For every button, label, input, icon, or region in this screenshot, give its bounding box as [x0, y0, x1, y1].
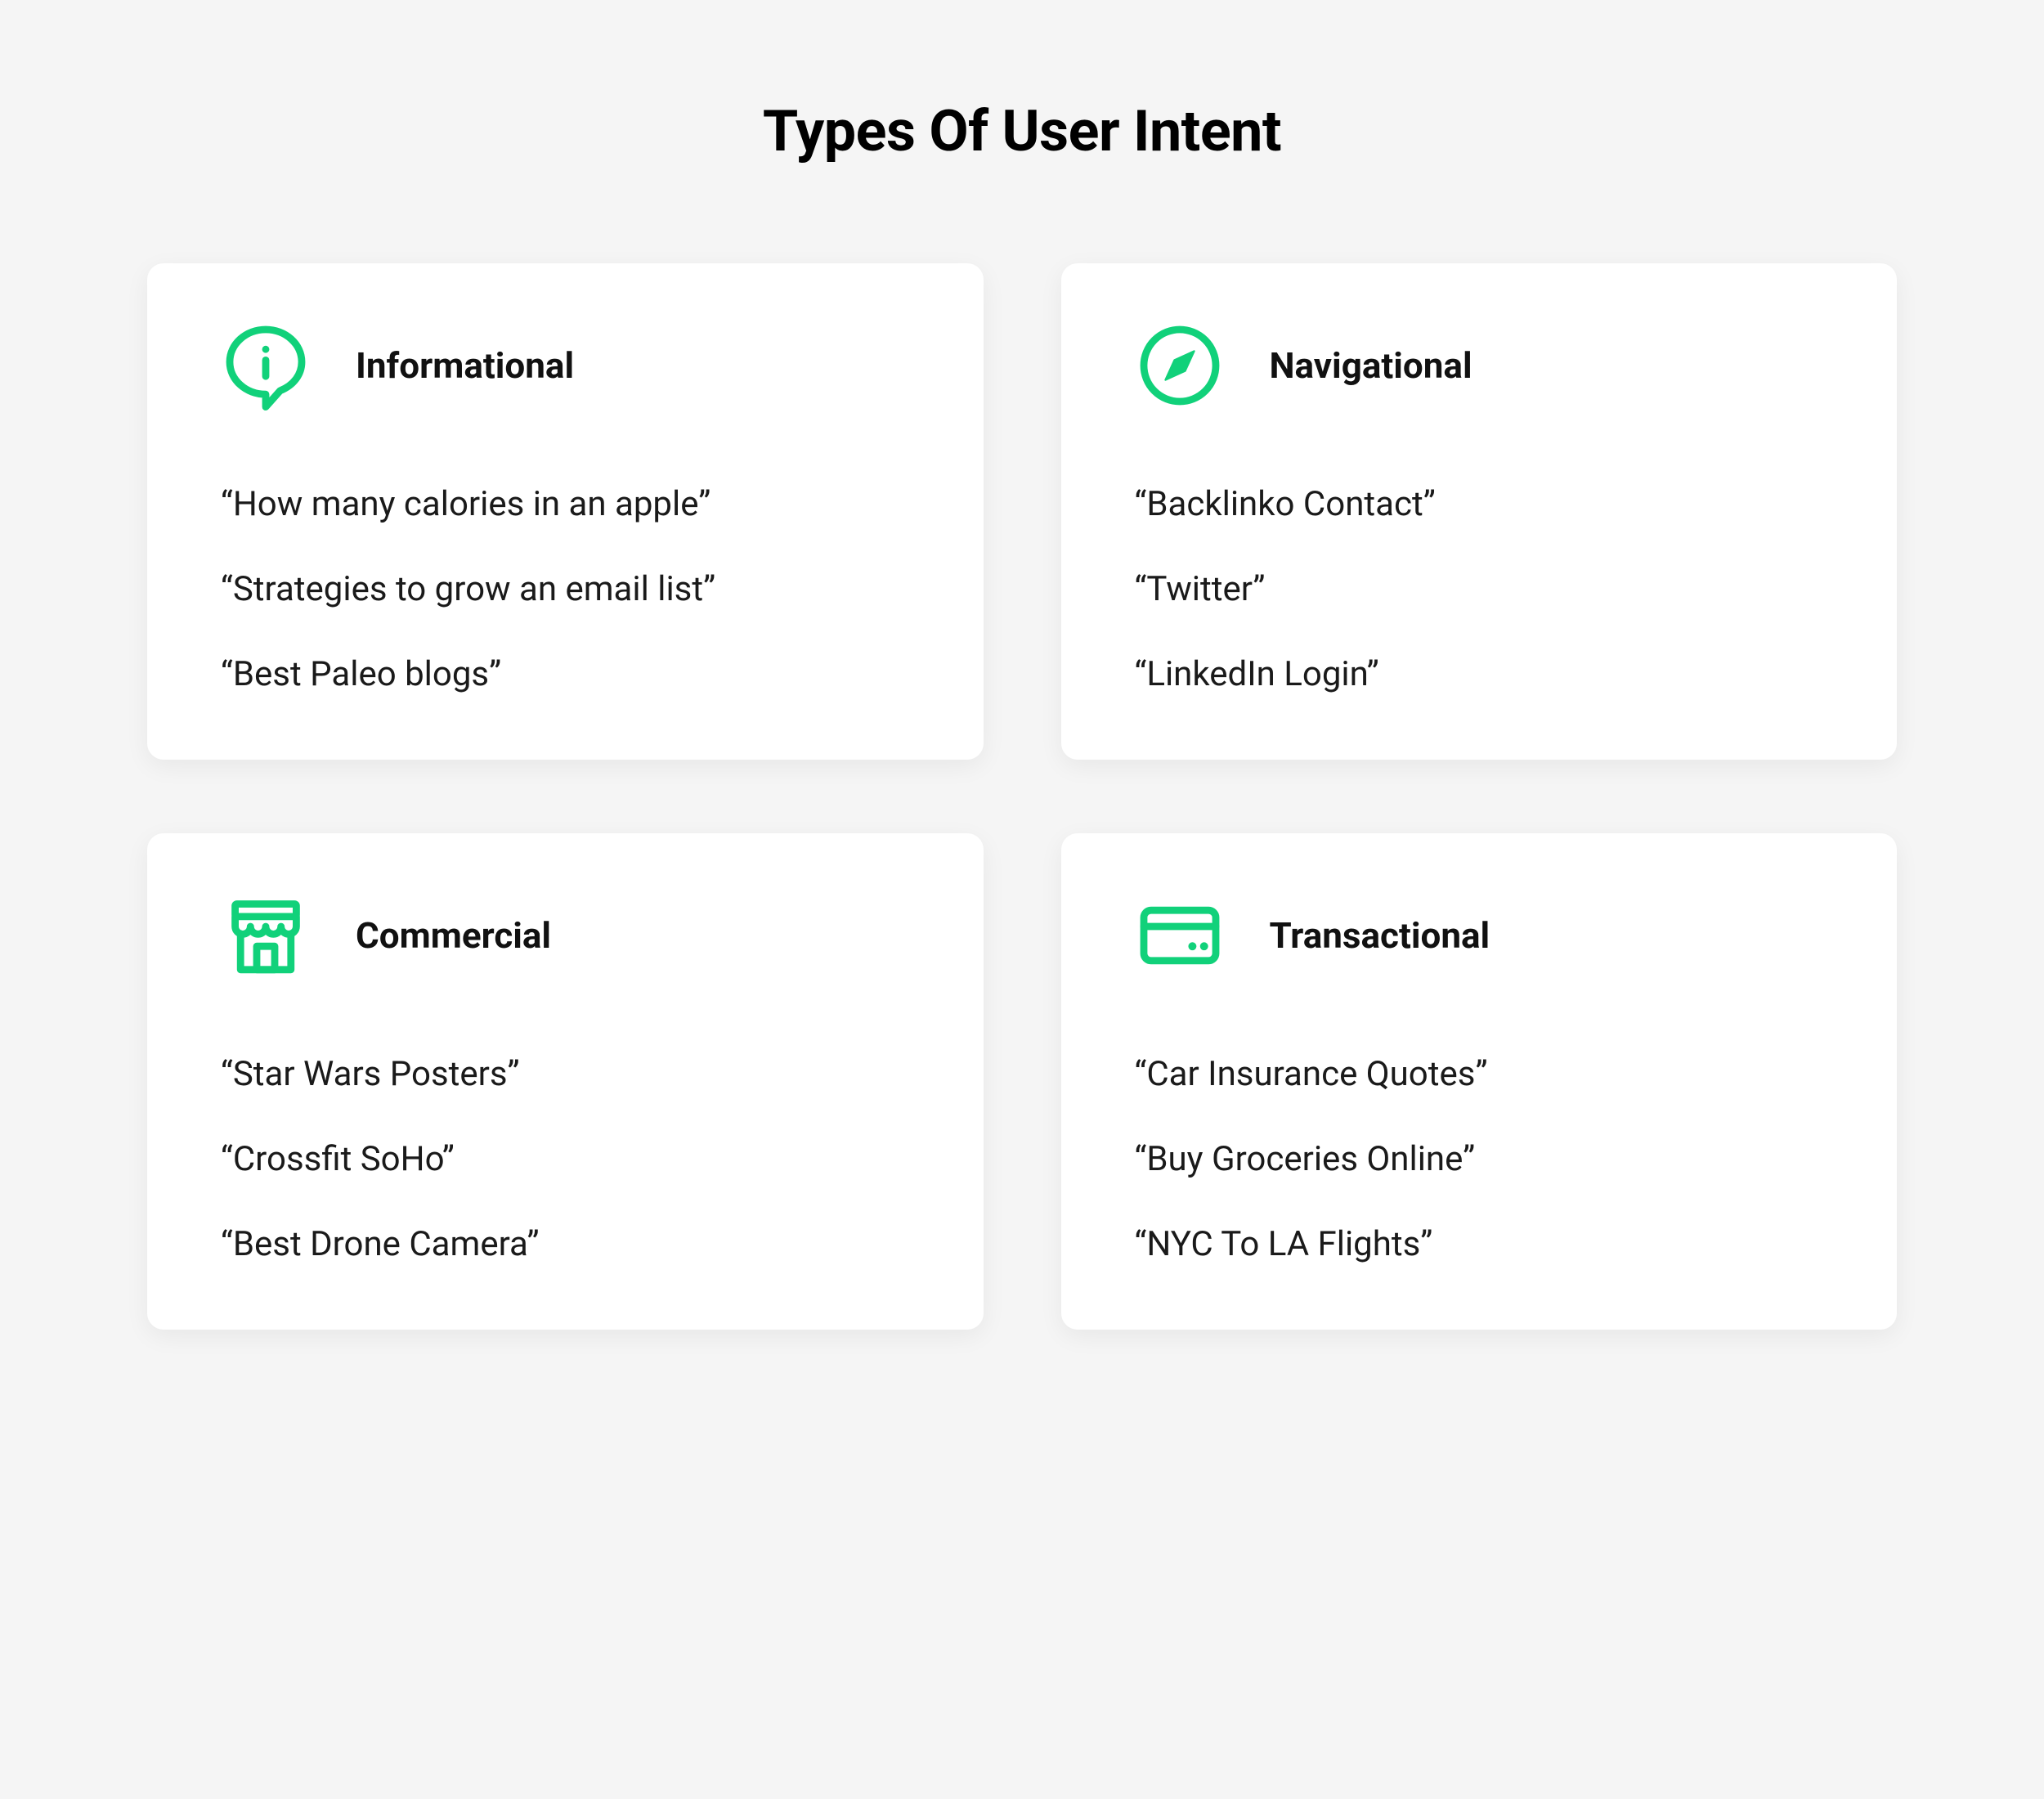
card-navigational: Navigational “Backlinko Contact” “Twitte… — [1061, 263, 1898, 760]
example-list: “How many calories in an apple” “Strateg… — [221, 484, 910, 694]
card-commercial: Commercial “Star Wars Posters” “Crossfit… — [147, 833, 984, 1330]
info-bubble-icon — [221, 321, 311, 410]
list-item: “NYC To LA Flights” — [1135, 1224, 1824, 1264]
card-title: Navigational — [1270, 344, 1472, 387]
list-item: “Best Paleo blogs” — [221, 654, 910, 694]
credit-card-icon — [1135, 891, 1225, 980]
card-header: Transactional — [1135, 891, 1824, 980]
list-item: “Buy Groceries Online” — [1135, 1139, 1824, 1179]
list-item: “Car Insurance Quotes” — [1135, 1054, 1824, 1094]
list-item: “Backlinko Contact” — [1135, 484, 1824, 524]
card-header: Informational — [221, 321, 910, 410]
card-header: Commercial — [221, 891, 910, 980]
cards-grid: Informational “How many calories in an a… — [147, 263, 1897, 1330]
list-item: “Twitter” — [1135, 569, 1824, 609]
list-item: “How many calories in an apple” — [221, 484, 910, 524]
list-item: “LinkedIn Login” — [1135, 654, 1824, 694]
card-title: Transactional — [1270, 914, 1490, 957]
list-item: “Crossfit SoHo” — [221, 1139, 910, 1179]
card-title: Informational — [356, 344, 574, 387]
compass-icon — [1135, 321, 1225, 410]
list-item: “Star Wars Posters” — [221, 1054, 910, 1094]
example-list: “Star Wars Posters” “Crossfit SoHo” “Bes… — [221, 1054, 910, 1264]
card-informational: Informational “How many calories in an a… — [147, 263, 984, 760]
card-transactional: Transactional “Car Insurance Quotes” “Bu… — [1061, 833, 1898, 1330]
card-title: Commercial — [356, 914, 551, 957]
list-item: “Best Drone Camera” — [221, 1224, 910, 1264]
example-list: “Car Insurance Quotes” “Buy Groceries On… — [1135, 1054, 1824, 1264]
page-title: Types Of User Intent — [147, 98, 1897, 165]
storefront-icon — [221, 891, 311, 980]
card-header: Navigational — [1135, 321, 1824, 410]
example-list: “Backlinko Contact” “Twitter” “LinkedIn … — [1135, 484, 1824, 694]
list-item: “Strategies to grow an email list” — [221, 569, 910, 609]
